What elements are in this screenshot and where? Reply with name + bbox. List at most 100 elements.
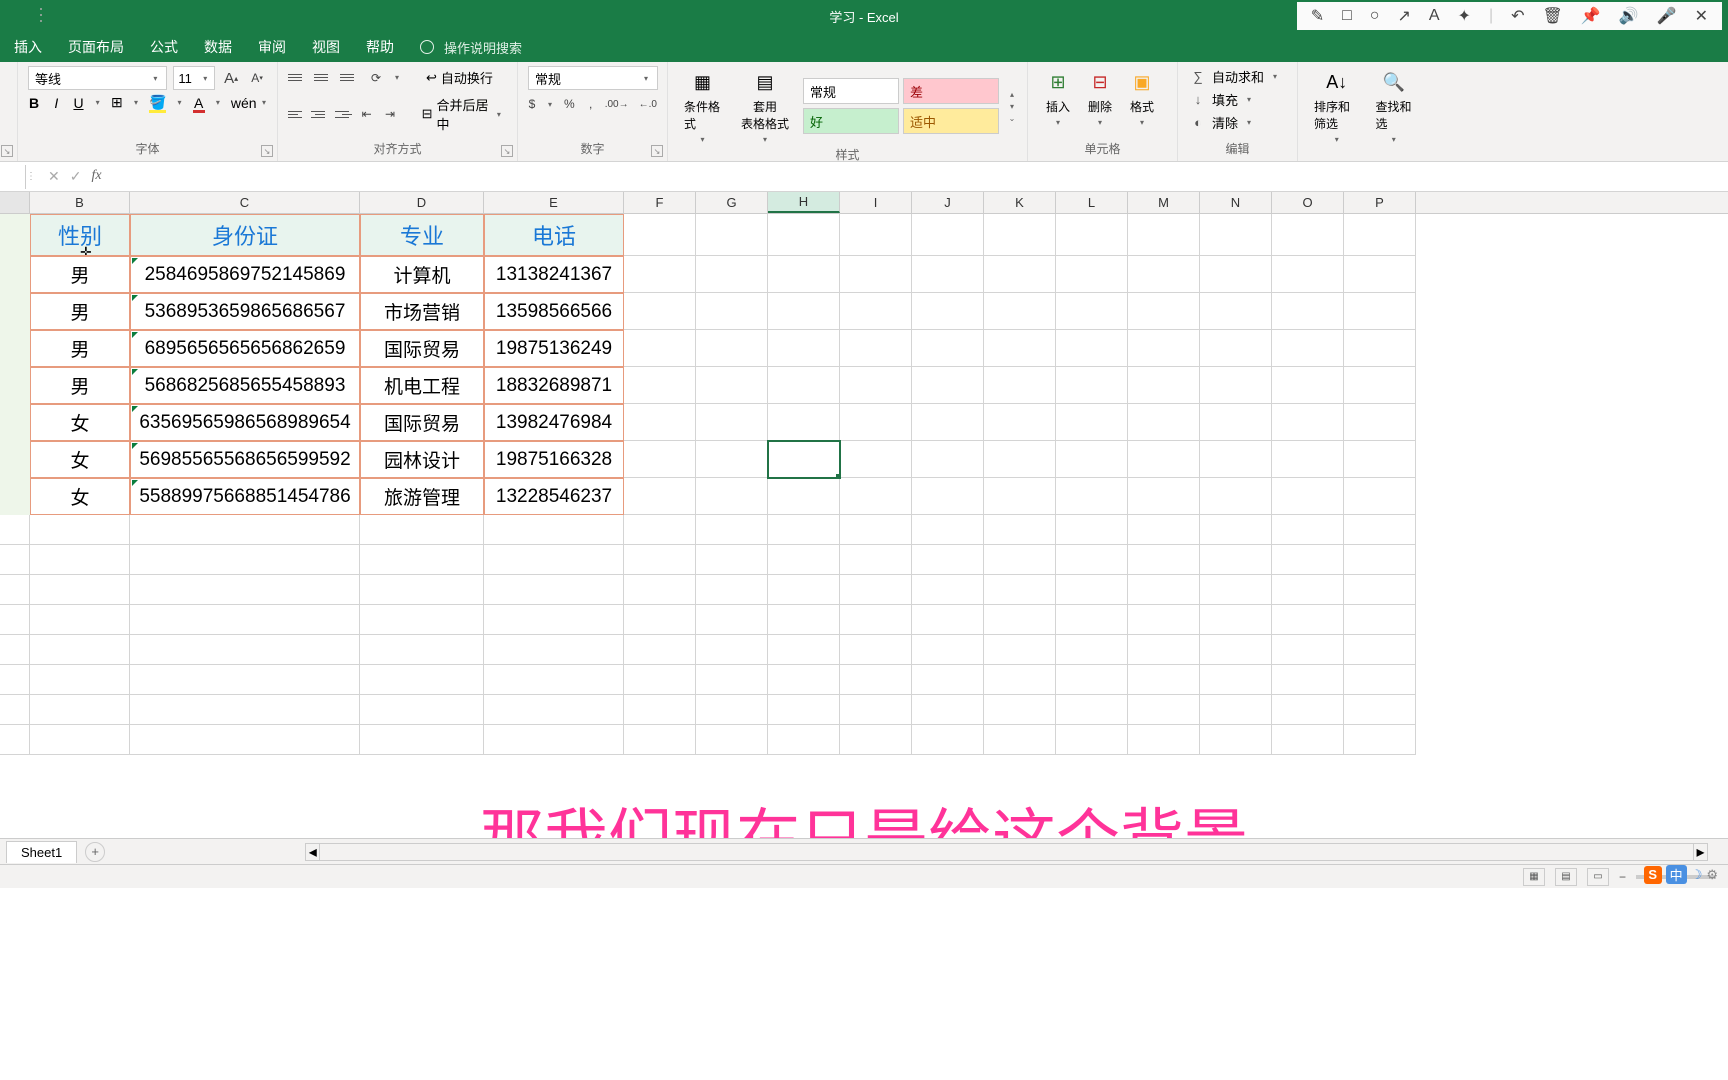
cell[interactable]: [1200, 367, 1272, 404]
undo-icon[interactable]: ↶: [1511, 6, 1524, 26]
font-color-button[interactable]: A: [193, 95, 205, 111]
fill-button[interactable]: ↓填充▾: [1188, 89, 1287, 110]
cell[interactable]: [984, 515, 1056, 545]
cell[interactable]: [984, 725, 1056, 755]
gallery-down-icon[interactable]: ▾: [1007, 101, 1017, 111]
cell[interactable]: [624, 404, 696, 441]
row-edge[interactable]: [0, 330, 30, 367]
tab-review[interactable]: 审阅: [254, 33, 290, 61]
cell[interactable]: 身份证: [130, 214, 360, 256]
cell[interactable]: [30, 515, 130, 545]
cell[interactable]: [30, 575, 130, 605]
cell[interactable]: [840, 605, 912, 635]
cell[interactable]: [912, 256, 984, 293]
style-bad[interactable]: 差: [903, 78, 999, 104]
cell[interactable]: 男: [30, 293, 130, 330]
wrap-text-button[interactable]: ↩自动换行: [422, 66, 497, 89]
cell[interactable]: [1344, 293, 1416, 330]
clear-button[interactable]: ◐清除▾: [1188, 112, 1287, 133]
pencil-icon[interactable]: ✎: [1311, 6, 1324, 26]
border-button[interactable]: ⊞: [111, 94, 123, 111]
cell[interactable]: 女: [30, 441, 130, 478]
cell[interactable]: [696, 545, 768, 575]
cell[interactable]: [624, 605, 696, 635]
align-right-button[interactable]: [335, 105, 352, 123]
cell[interactable]: [1272, 404, 1344, 441]
launcher-icon[interactable]: ↘: [1, 145, 13, 157]
style-normal[interactable]: 常规: [803, 78, 899, 104]
cell[interactable]: [1200, 214, 1272, 256]
cell[interactable]: [1056, 214, 1128, 256]
cell[interactable]: [1344, 441, 1416, 478]
cell[interactable]: [1272, 478, 1344, 515]
cell[interactable]: [984, 605, 1056, 635]
cell[interactable]: 13228546237: [484, 478, 624, 515]
cell[interactable]: [696, 293, 768, 330]
cell[interactable]: [1272, 635, 1344, 665]
cell[interactable]: [696, 367, 768, 404]
cell[interactable]: [840, 575, 912, 605]
cell[interactable]: [1128, 665, 1200, 695]
cell[interactable]: [840, 695, 912, 725]
indent-dec-button[interactable]: ⇤: [358, 104, 375, 124]
cell[interactable]: [0, 695, 30, 725]
currency-button[interactable]: $: [528, 94, 536, 114]
cell[interactable]: [1344, 330, 1416, 367]
cell[interactable]: [130, 665, 360, 695]
cell[interactable]: [1128, 545, 1200, 575]
cell[interactable]: [1056, 695, 1128, 725]
cell[interactable]: 19875166328: [484, 441, 624, 478]
cell[interactable]: [624, 635, 696, 665]
tab-view[interactable]: 视图: [308, 33, 344, 61]
tab-insert[interactable]: 插入: [10, 33, 46, 61]
cell[interactable]: [912, 293, 984, 330]
cell[interactable]: [1056, 478, 1128, 515]
launcher-icon[interactable]: ↘: [501, 145, 513, 157]
cell[interactable]: 55889975668851454786: [130, 478, 360, 515]
cell[interactable]: [768, 214, 840, 256]
cell[interactable]: [360, 725, 484, 755]
cell[interactable]: 13598566566: [484, 293, 624, 330]
column-header-F[interactable]: F: [624, 192, 696, 213]
qat-handle[interactable]: [40, 6, 46, 24]
align-bottom-button[interactable]: [340, 69, 360, 87]
cell[interactable]: 计算机: [360, 256, 484, 293]
cell[interactable]: [1200, 404, 1272, 441]
column-header-B[interactable]: B: [30, 192, 130, 213]
cell[interactable]: [840, 293, 912, 330]
cell[interactable]: [30, 635, 130, 665]
cell[interactable]: [1128, 404, 1200, 441]
row-edge[interactable]: [0, 441, 30, 478]
cell[interactable]: [130, 605, 360, 635]
tell-me[interactable]: 操作说明搜索: [416, 30, 530, 65]
cell[interactable]: [1272, 575, 1344, 605]
style-good[interactable]: 好: [803, 108, 899, 134]
merge-button[interactable]: ⊟合并后居中▾: [418, 93, 507, 135]
cell[interactable]: [624, 515, 696, 545]
cell[interactable]: [912, 605, 984, 635]
cell[interactable]: [768, 367, 840, 404]
column-header-G[interactable]: G: [696, 192, 768, 213]
cell[interactable]: 男: [30, 256, 130, 293]
cell[interactable]: [696, 695, 768, 725]
cell[interactable]: [624, 214, 696, 256]
cell[interactable]: [1128, 330, 1200, 367]
cell[interactable]: [696, 441, 768, 478]
cell[interactable]: 女: [30, 478, 130, 515]
cell[interactable]: [130, 695, 360, 725]
cell[interactable]: [624, 367, 696, 404]
cell[interactable]: [624, 330, 696, 367]
cell[interactable]: [768, 575, 840, 605]
cell[interactable]: [696, 515, 768, 545]
cell[interactable]: [1128, 367, 1200, 404]
indent-inc-button[interactable]: ⇥: [381, 104, 398, 124]
number-format-select[interactable]: 常规▾: [528, 66, 658, 90]
cell[interactable]: [30, 695, 130, 725]
cell[interactable]: [1272, 441, 1344, 478]
cell[interactable]: [484, 695, 624, 725]
cell[interactable]: [1200, 441, 1272, 478]
cell[interactable]: 男: [30, 330, 130, 367]
cell[interactable]: [840, 725, 912, 755]
cell[interactable]: 2584695869752145869: [130, 256, 360, 293]
cell[interactable]: [1344, 478, 1416, 515]
